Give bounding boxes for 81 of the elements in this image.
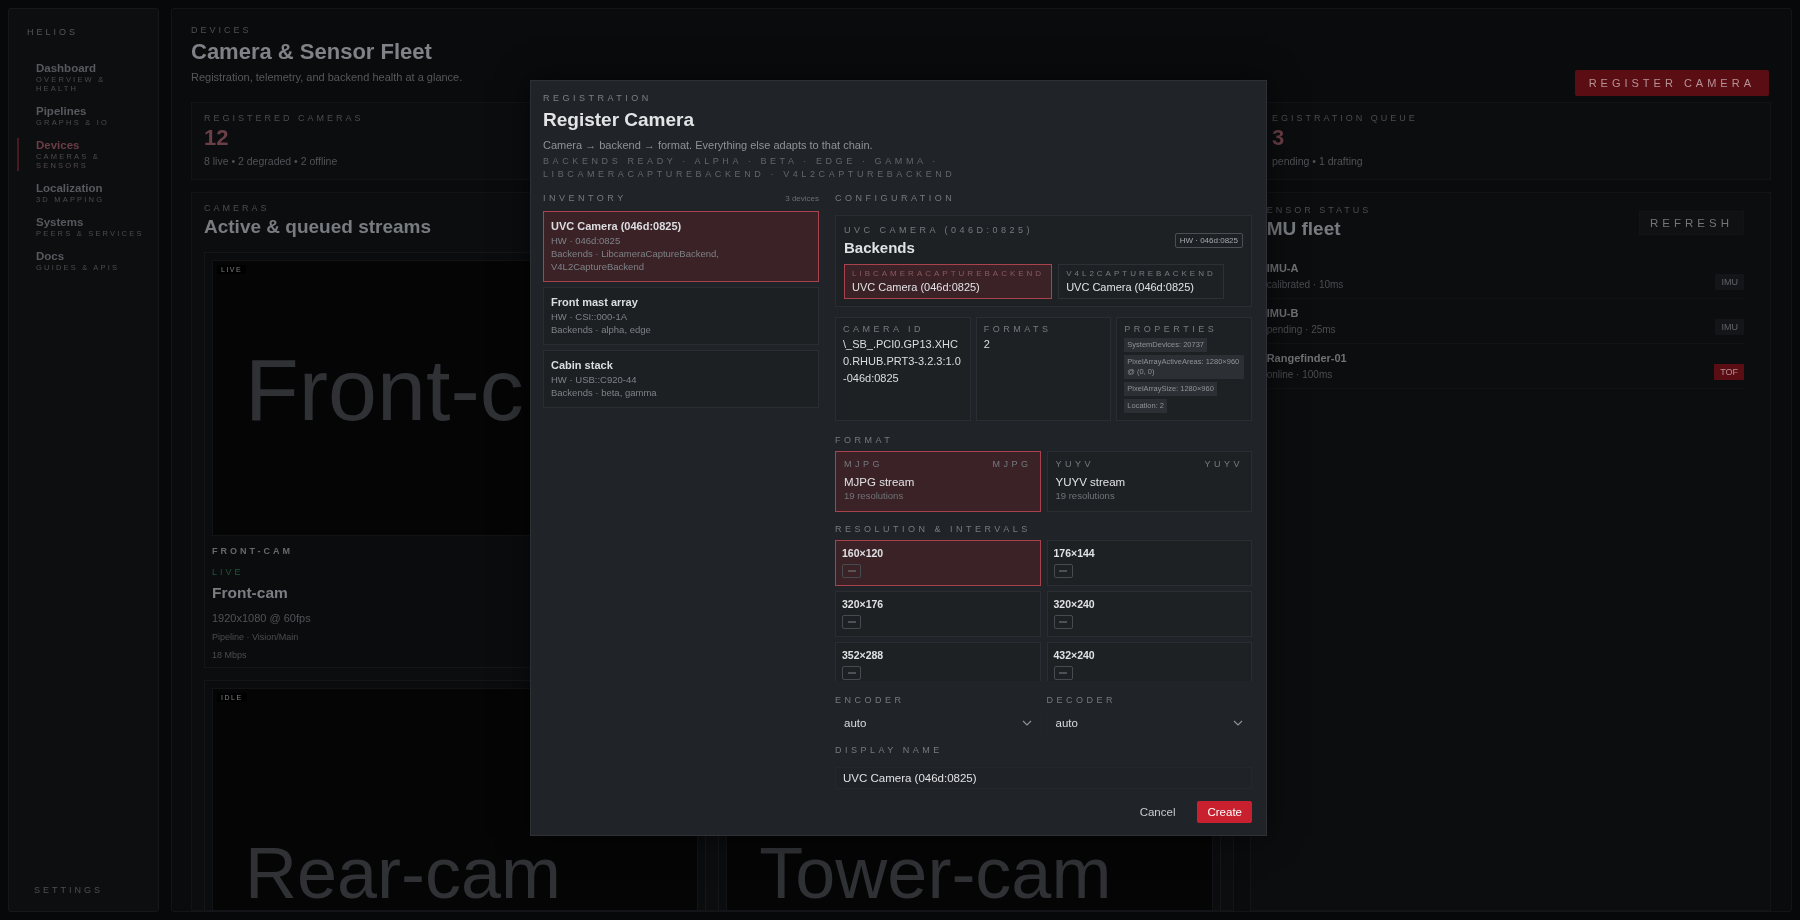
dialog-eyebrow: REGISTRATION (543, 93, 653, 103)
camera-name: Front-cam (212, 584, 288, 602)
interval-button[interactable] (842, 615, 861, 629)
field-label: DISPLAY NAME (835, 745, 944, 755)
interval-button[interactable] (842, 666, 861, 680)
sensor-type-badge: IMU (1715, 274, 1744, 290)
section-eyebrow: CAMERAS (204, 203, 270, 213)
interval-button[interactable] (1053, 564, 1073, 578)
sensor-name: IMU-A (1266, 262, 1299, 274)
device-item[interactable]: Front mast array HW · CSI::000-1A Backends · alpha, edge (543, 287, 819, 345)
detail-label: CAMERA ID (843, 324, 925, 334)
resolution-option[interactable]: 176×144 (1046, 540, 1252, 586)
format-option[interactable]: YUYV YUYV YUYV stream 19 resolutions (1046, 451, 1252, 512)
camera-pipeline: Pipeline · Vision/Main (212, 632, 299, 642)
chevron-down-icon (1021, 720, 1032, 726)
text-field[interactable]: UVC Camera (046d:0825) (835, 767, 1252, 789)
resolution-option[interactable]: 432×240 (1046, 642, 1252, 681)
stat-detail: 8 live • 2 degraded • 2 offline (204, 155, 338, 167)
refresh-button[interactable]: REFRESH (1639, 211, 1744, 235)
minus-icon (1059, 672, 1067, 674)
section-eyebrow: ENSOR STATUS (1266, 205, 1372, 215)
sensor-detail: online · 100ms (1266, 369, 1333, 380)
minus-icon (847, 672, 856, 674)
section-title: MU fleet (1266, 218, 1341, 240)
detail-label: PROPERTIES (1124, 324, 1219, 334)
chevron-down-icon (1233, 720, 1243, 726)
section-label: RESOLUTION & INTERVALS (835, 524, 1032, 534)
backend-option[interactable]: V4L2CAPTUREBACKEND UVC Camera (046d:0825) (1058, 264, 1224, 299)
dialog-title: Register Camera (543, 109, 696, 131)
field-label: DECODER (1046, 695, 1117, 705)
resolution-option[interactable]: 320×240 (1046, 591, 1252, 637)
hardware-badge: HW · 046d:0825 (1174, 233, 1243, 248)
section-title: Active & queued streams (204, 216, 432, 238)
interval-button[interactable] (842, 564, 861, 578)
stat-label: EGISTRATION QUEUE (1272, 113, 1418, 123)
stat-label: REGISTERED CAMERAS (204, 113, 364, 123)
sensor-name: Rangefinder-01 (1266, 352, 1347, 364)
sensor-detail: calibrated · 10ms (1266, 279, 1344, 290)
stat-detail: pending • 1 drafting (1272, 155, 1363, 167)
brand-name: HELIOS (26, 27, 78, 37)
section-eyebrow: DEVICES (191, 25, 252, 35)
minus-icon (1059, 621, 1067, 623)
stat-value: 3 (1272, 125, 1285, 151)
create-button[interactable]: Create (1197, 801, 1252, 823)
camera-eyebrow: UVC CAMERA (046D:0825) (844, 225, 1034, 235)
resolution-option[interactable]: 320×176 (835, 591, 1041, 637)
backend-option[interactable]: LIBCAMERACAPTUREBACKEND UVC Camera (046d:0825) (844, 264, 1053, 299)
section-label: FORMAT (835, 435, 895, 445)
minus-icon (847, 621, 856, 623)
camera-bitrate: 18 Mbps (212, 650, 247, 660)
resolution-option[interactable]: 352×288 (835, 642, 1041, 681)
detail-value: 2 (983, 337, 991, 352)
stat-value: 12 (204, 125, 229, 151)
resolution-option[interactable]: 160×120 (835, 540, 1041, 586)
section-label: INVENTORY (543, 193, 627, 203)
minus-icon (847, 570, 856, 572)
page-title: Camera & Sensor Fleet (191, 39, 432, 65)
camera-resolution: 1920x1080 @ 60fps (212, 612, 311, 624)
sensor-detail: pending · 25ms (1266, 324, 1336, 335)
dialog-description: Camera → backend → format. Everything else adapts to that chain. (543, 139, 874, 151)
status-label: LIVE (212, 567, 244, 577)
section-label: CONFIGURATION (835, 193, 957, 203)
cancel-button[interactable]: Cancel (1129, 801, 1186, 823)
card-title: Backends (844, 239, 916, 256)
interval-button[interactable] (1053, 666, 1073, 680)
device-item[interactable]: Cabin stack HW · USB::C920-44 Backends · beta, gamma (543, 350, 819, 408)
minus-icon (1059, 570, 1067, 572)
format-option[interactable]: MJPG MJPG MJPG stream 19 resolutions (835, 451, 1041, 512)
device-item[interactable]: UVC Camera (046d:0825) HW · 046d:0825 Backends · LibcameraCaptureBackend, V4L2CaptureBackend (543, 211, 819, 282)
detail-value: \_SB_.PCI0.GP13.XHC0.RHUB.PRT3-3.2.3:1.0-046d:0825 (843, 337, 962, 386)
device-count: 3 devices (785, 193, 819, 203)
page-subtitle: Registration, telemetry, and backend health at a glance. (191, 71, 463, 83)
camera-id-label: FRONT-CAM (212, 546, 293, 556)
register-camera-button[interactable]: REGISTER CAMERA (1574, 70, 1769, 96)
interval-button[interactable] (1053, 615, 1073, 629)
backends-ready-list: BACKENDS READY · ALPHA · BETA · EDGE · GAMMA · LIBCAMERACAPTUREBACKEND · V4L2CAPTUREBACKEND (543, 155, 1103, 181)
field-label: ENCODER (835, 695, 906, 705)
sensor-type-badge: TOF (1714, 364, 1744, 380)
sensor-name: IMU-B (1266, 307, 1299, 319)
detail-label: FORMATS (983, 324, 1053, 334)
sensor-type-badge: IMU (1715, 319, 1744, 335)
